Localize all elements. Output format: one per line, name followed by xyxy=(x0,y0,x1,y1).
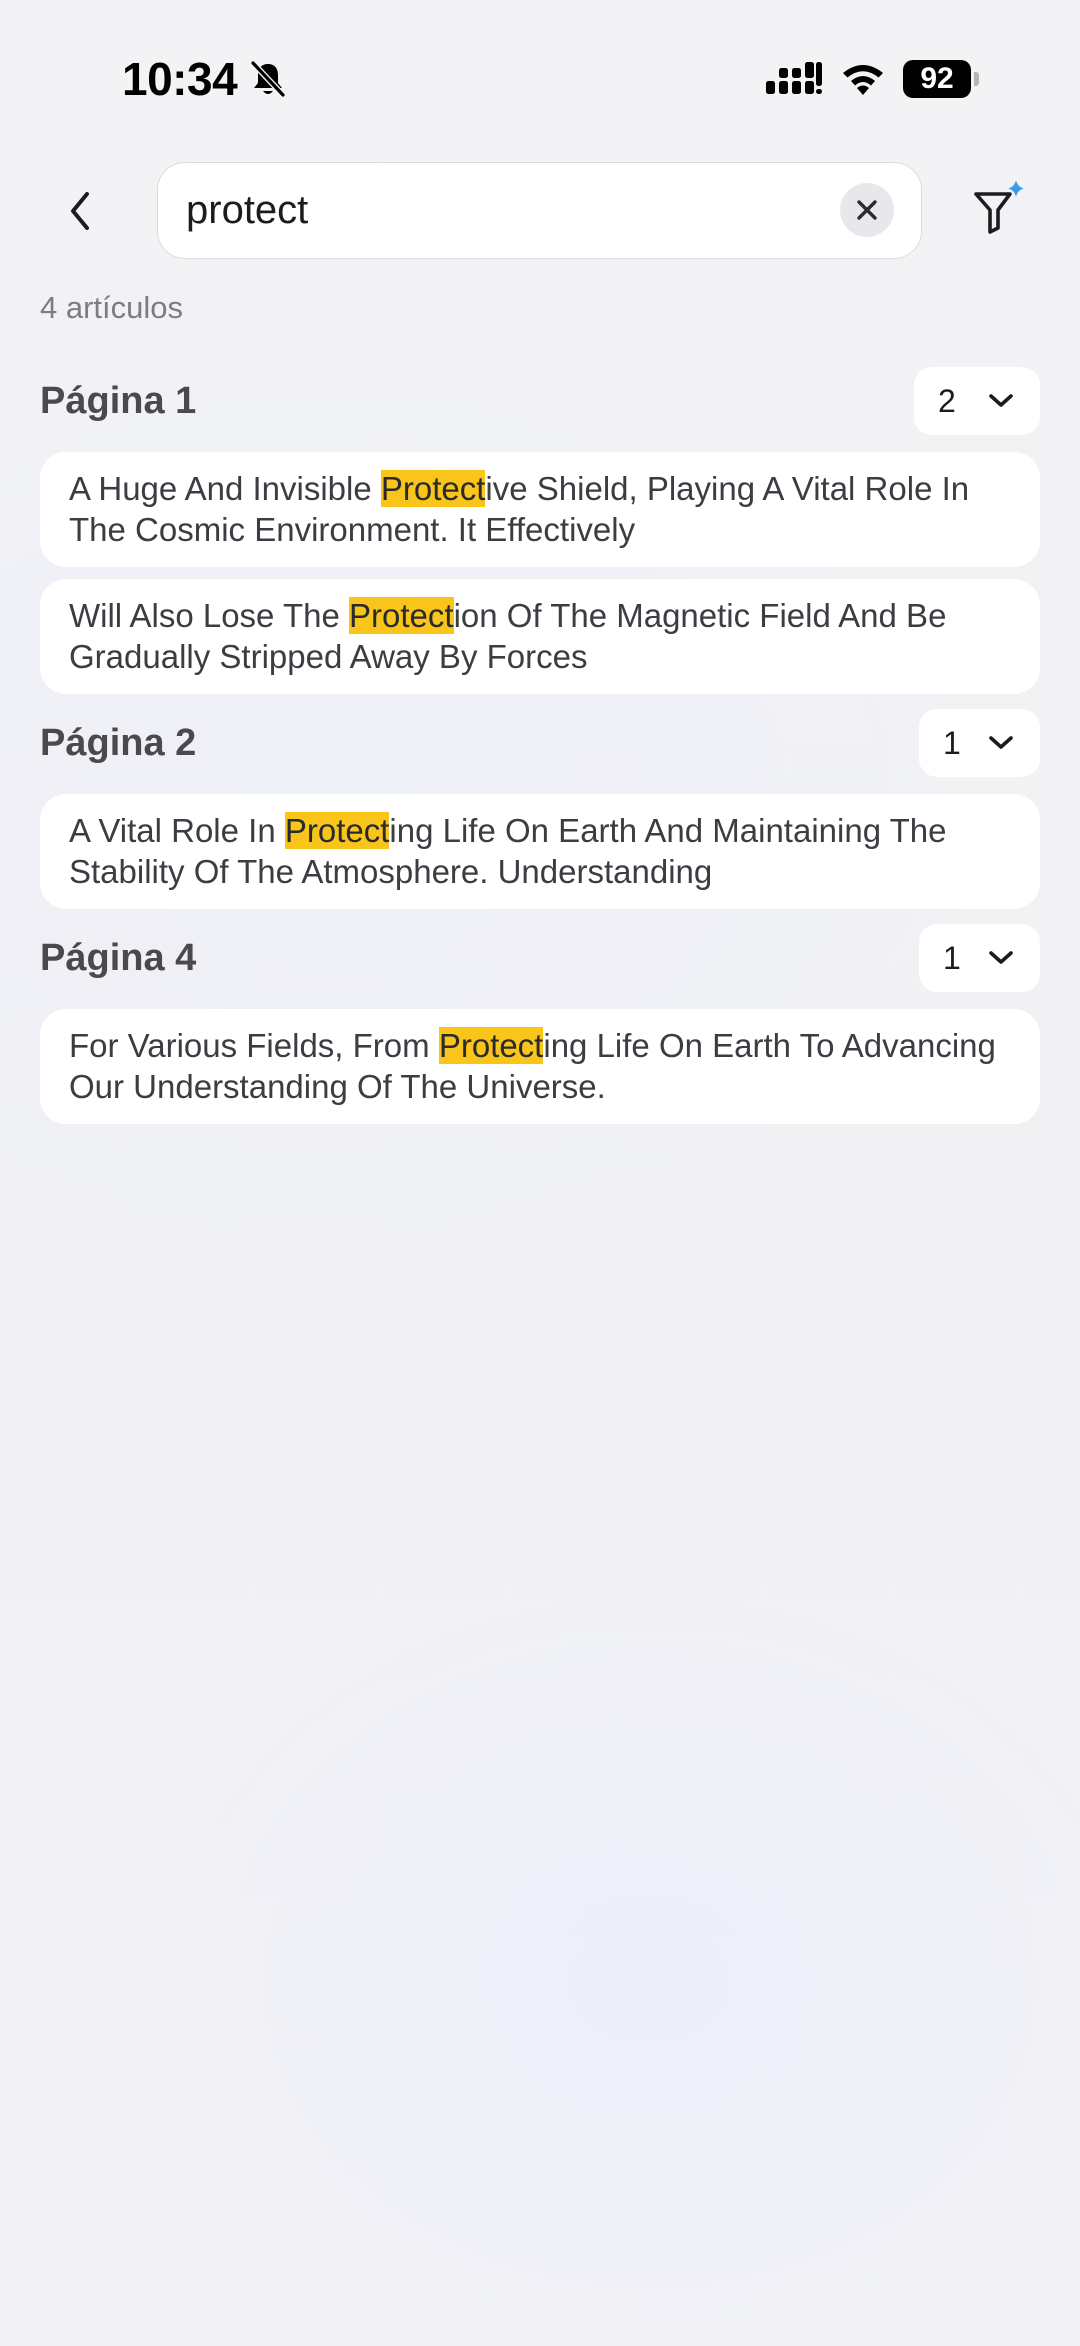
chevron-down-icon xyxy=(989,736,1013,749)
match-highlight: Protect xyxy=(349,597,454,634)
group-count-toggle-page-1[interactable]: 2 xyxy=(914,367,1040,435)
match-highlight: Protect xyxy=(380,470,486,507)
group-count: 1 xyxy=(943,724,961,761)
search-result-card[interactable]: For Various Fields, From Protecting Life… xyxy=(40,1009,1040,1124)
cellular-signal-icon xyxy=(766,62,822,94)
result-text: For Various Fields, From xyxy=(69,1027,439,1064)
ai-filter-icon xyxy=(974,180,1024,234)
search-result-card[interactable]: Will Also Lose The Protection Of The Mag… xyxy=(40,579,1040,694)
match-highlight: Protect xyxy=(284,812,390,849)
status-time: 10:34 xyxy=(122,53,238,105)
filter-button[interactable] xyxy=(968,178,1034,244)
search-box xyxy=(157,162,922,259)
bell-slash-icon xyxy=(250,60,286,98)
result-count: 4 artículos xyxy=(40,290,184,325)
group-count: 1 xyxy=(943,939,961,976)
chevron-down-icon xyxy=(989,951,1013,964)
search-result-card[interactable]: A Vital Role In Protecting Life On Earth… xyxy=(40,794,1040,909)
result-text: A Vital Role In xyxy=(69,812,285,849)
chevron-down-icon xyxy=(989,394,1013,407)
battery-indicator: 92 xyxy=(903,60,983,98)
result-text: A Huge And Invisible xyxy=(69,470,381,507)
match-highlight: Protect xyxy=(438,1027,544,1064)
search-input[interactable] xyxy=(186,163,826,257)
group-count-toggle-page-4[interactable]: 1 xyxy=(919,924,1040,992)
status-bar: 10:34 92 xyxy=(0,0,1080,140)
group-title-page-2: Página 2 xyxy=(40,722,197,764)
chevron-left-icon xyxy=(71,192,89,230)
battery-tip xyxy=(974,72,979,86)
clear-search-button[interactable] xyxy=(840,183,894,237)
group-count: 2 xyxy=(938,382,956,419)
close-icon xyxy=(857,200,877,220)
search-result-card[interactable]: A Huge And Invisible Protective Shield, … xyxy=(40,452,1040,567)
group-title-page-1: Página 1 xyxy=(40,380,197,422)
group-count-toggle-page-2[interactable]: 1 xyxy=(919,709,1040,777)
back-button[interactable] xyxy=(50,172,110,250)
battery-level: 92 xyxy=(903,60,971,98)
group-title-page-4: Página 4 xyxy=(40,937,197,979)
result-text: Will Also Lose The xyxy=(69,597,350,634)
wifi-icon xyxy=(843,65,883,95)
